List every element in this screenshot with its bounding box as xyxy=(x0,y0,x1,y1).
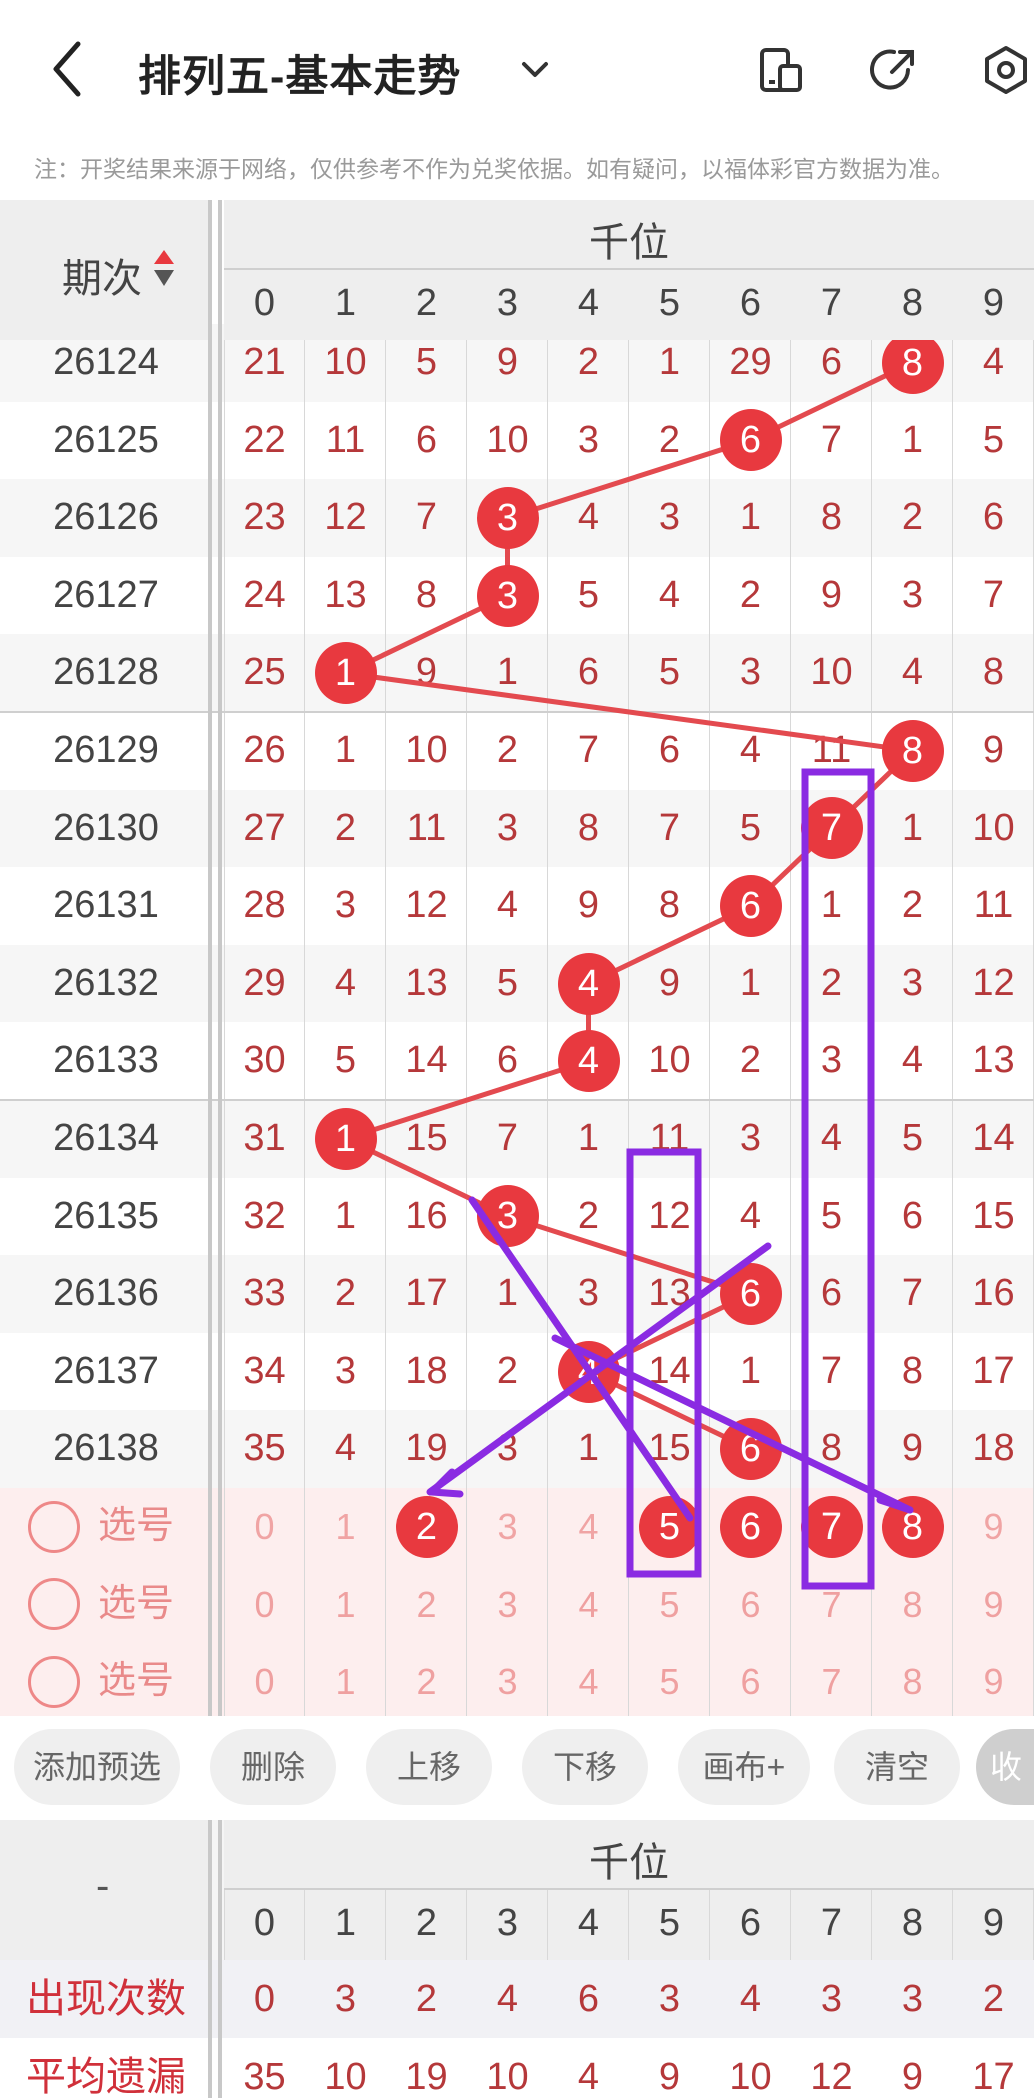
digit-header-6: 6 xyxy=(739,282,762,324)
stats-panel: - 千位 0 1 2 3 4 5 6 7 8 9 出现次数 0 3 2 4 6 3 4 3 3 2 平均遗漏 35 10 19 1… xyxy=(0,1820,1034,2098)
annotation-stroke xyxy=(426,1242,772,1496)
stats-row-label: 平均遗漏 xyxy=(26,2055,186,2098)
move-down-button[interactable]: 下移 xyxy=(522,1729,648,1805)
stats-value: 10 xyxy=(486,2056,529,2098)
stats-value: 17 xyxy=(972,2056,1015,2098)
stats-value: 6 xyxy=(577,1978,600,2020)
trend-grid: 26124 21 10 5 9 2 1 29 6 4 26125 22 11 6 10 3 2 7 1 5 26126 2… xyxy=(0,200,1034,1716)
stats-value: 3 xyxy=(658,1978,681,2020)
stats-value: 35 xyxy=(243,2056,286,2098)
digit-header-4: 4 xyxy=(577,282,600,324)
digit-header-2: 2 xyxy=(415,282,438,324)
stats-value: 3 xyxy=(820,1978,843,2020)
stats-value: 19 xyxy=(405,2056,448,2098)
stats-value: 9 xyxy=(901,2056,924,2098)
disclaimer-note: 注：开奖结果来源于网络，仅供参考不作为兑奖依据。如有疑问，以福体彩官方数据为准。 xyxy=(34,156,954,182)
canvas-plus-button[interactable]: 画布+ xyxy=(678,1729,810,1805)
stats-value: 2 xyxy=(415,1978,438,2020)
stats-value: 10 xyxy=(324,2056,367,2098)
digit-header-3: 3 xyxy=(496,282,519,324)
delete-button[interactable]: 删除 xyxy=(210,1729,336,1805)
hand-drawn-annotations xyxy=(426,768,914,1590)
stats-value: 4 xyxy=(577,2056,600,2098)
annotation-stroke xyxy=(876,1496,914,1514)
digit-header-8: 8 xyxy=(901,282,924,324)
stats-digit-header-2: 2 xyxy=(415,1902,438,1944)
stats-value: 12 xyxy=(810,2056,853,2098)
digit-header-9: 9 xyxy=(982,282,1005,324)
frozen-divider-inner xyxy=(218,200,222,1716)
app-header: 排列五-基本走势 xyxy=(0,0,1034,130)
annotation-stroke xyxy=(551,1334,914,1514)
stats-row-label: 出现次数 xyxy=(26,1977,186,2021)
chevron-down-icon[interactable] xyxy=(518,54,552,84)
column-group-title: 千位 xyxy=(589,221,669,265)
stats-digit-header-4: 4 xyxy=(577,1902,600,1944)
add-preselect-button[interactable]: 添加预选 xyxy=(14,1729,180,1805)
move-up-button[interactable]: 上移 xyxy=(366,1729,492,1805)
frozen-divider xyxy=(208,200,212,1716)
stats-left-header-label: - xyxy=(96,1864,110,1908)
stats-digit-header-9: 9 xyxy=(982,1902,1005,1944)
stats-value: 2 xyxy=(982,1978,1005,2020)
stats-column-group-title: 千位 xyxy=(589,1841,669,1885)
action-bar: 添加预选 删除 上移 下移 画布+ 清空 收起 xyxy=(0,1716,1034,1820)
stats-digit-header-5: 5 xyxy=(658,1902,681,1944)
share-icon[interactable] xyxy=(868,44,920,96)
annotation-stroke xyxy=(468,1196,694,1522)
stats-value: 10 xyxy=(729,2056,772,2098)
device-layout-icon[interactable] xyxy=(756,44,808,96)
stats-digit-header-1: 1 xyxy=(334,1902,357,1944)
settings-icon[interactable] xyxy=(980,44,1032,96)
digit-header-7: 7 xyxy=(820,282,843,324)
stats-left-header: - xyxy=(0,1820,212,1960)
digit-header-5: 5 xyxy=(658,282,681,324)
stats-value: 4 xyxy=(496,1978,519,2020)
digit-header-1: 1 xyxy=(334,282,357,324)
page-title[interactable]: 排列五-基本走势 xyxy=(138,42,461,104)
issue-header-label: 期次 xyxy=(62,257,142,301)
sort-icon xyxy=(154,250,174,286)
collapse-button[interactable]: 收起 xyxy=(976,1729,1034,1805)
stats-digit-header-0: 0 xyxy=(253,1902,276,1944)
stats-frozen-divider-inner xyxy=(218,1820,222,2098)
stats-value: 9 xyxy=(658,2056,681,2098)
annotation-stroke xyxy=(428,1488,464,1498)
stats-digit-header-6: 6 xyxy=(739,1902,762,1944)
issue-header-cell[interactable]: 期次 xyxy=(0,200,212,340)
stats-frozen-divider xyxy=(208,1820,212,2098)
stats-value: 4 xyxy=(739,1978,762,2020)
stats-digit-header-8: 8 xyxy=(901,1902,924,1944)
digit-header-0: 0 xyxy=(253,282,276,324)
clear-button[interactable]: 清空 xyxy=(834,1729,960,1805)
stats-digit-header-7: 7 xyxy=(820,1902,843,1944)
back-arrow-icon[interactable] xyxy=(46,36,94,102)
stats-value: 3 xyxy=(334,1978,357,2020)
stats-digit-header-3: 3 xyxy=(496,1902,519,1944)
stats-value: 3 xyxy=(901,1978,924,2020)
stats-value: 0 xyxy=(253,1978,276,2020)
